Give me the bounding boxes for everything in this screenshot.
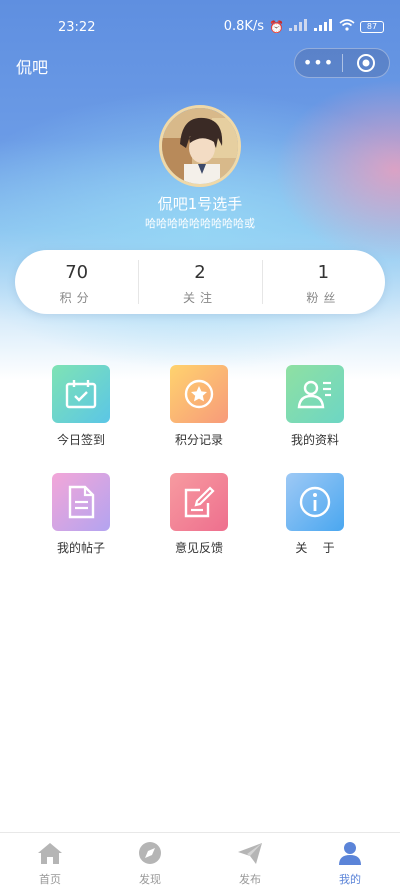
menu-item-label: 积分记录: [174, 433, 223, 447]
nav-label: 发现: [139, 873, 161, 886]
nav-label: 我的: [339, 873, 361, 886]
signature: 哈哈哈哈哈哈哈哈哈或: [145, 217, 255, 230]
home-icon: [38, 843, 62, 864]
stats-card: 70 积分 2 关注 1 粉丝: [15, 250, 385, 314]
status-right: 0.8K/s ⏰ 87: [224, 19, 384, 34]
edit-note-icon: [170, 473, 228, 531]
stat-label: 关注: [182, 291, 217, 305]
menu-item-points-record[interactable]: 积分记录: [149, 365, 249, 448]
stat-points[interactable]: 70 积分: [15, 250, 138, 314]
status-bar: 23:22 0.8K/s ⏰ 87: [0, 0, 400, 48]
nav-item-discover[interactable]: 发现: [100, 833, 200, 889]
battery-icon: 87: [360, 20, 384, 33]
title-bar: 侃吧 •••: [0, 48, 400, 80]
menu-item-about[interactable]: 关 于: [265, 473, 365, 556]
menu-item-my-posts[interactable]: 我的帖子: [31, 473, 131, 556]
stat-value: 1: [317, 262, 330, 283]
menu-item-label: 关 于: [295, 541, 335, 555]
menu-item-my-profile[interactable]: 我的资料: [265, 365, 365, 448]
close-target-button[interactable]: [343, 53, 389, 73]
stat-following[interactable]: 2 关注: [138, 250, 261, 314]
nav-label: 首页: [39, 873, 61, 886]
document-icon: [52, 473, 110, 531]
calendar-check-icon: [52, 365, 110, 423]
alarm-icon: ⏰: [269, 19, 284, 34]
menu-item-label: 意见反馈: [174, 541, 223, 555]
stat-followers[interactable]: 1 粉丝: [261, 250, 385, 314]
nav-item-mine[interactable]: 我的: [300, 833, 400, 889]
user-icon: [339, 842, 361, 865]
signal-icon: [289, 19, 309, 34]
star-badge-icon: [170, 365, 228, 423]
menu-item-checkin[interactable]: 今日签到: [31, 365, 131, 448]
nickname: 侃吧1号选手: [157, 195, 243, 213]
status-time: 23:22: [58, 20, 96, 35]
more-menu-button[interactable]: •••: [295, 49, 342, 77]
page-title: 侃吧: [16, 58, 49, 77]
menu-item-label: 我的帖子: [56, 541, 105, 555]
nav-label: 发布: [239, 873, 261, 886]
user-profile-icon: [286, 365, 344, 423]
signal-icon-2: [314, 19, 334, 34]
stat-label: 积分: [59, 291, 94, 305]
stat-value: 70: [65, 262, 89, 283]
menu-item-label: 今日签到: [56, 433, 105, 447]
menu-item-feedback[interactable]: 意见反馈: [149, 473, 249, 556]
target-icon: [356, 54, 375, 72]
wifi-icon: [339, 19, 355, 34]
nav-item-home[interactable]: 首页: [0, 833, 100, 889]
menu-item-label: 我的资料: [290, 433, 339, 447]
paper-plane-icon: [238, 843, 262, 864]
compass-icon: [139, 842, 161, 864]
bottom-nav: 首页 发现 发布 我的: [0, 832, 400, 889]
stat-value: 2: [194, 262, 206, 283]
miniprogram-capsule: •••: [294, 48, 390, 78]
network-speed: 0.8K/s: [223, 19, 265, 34]
info-icon: [286, 473, 344, 531]
avatar[interactable]: [159, 105, 241, 187]
stat-label: 粉丝: [306, 291, 341, 305]
nav-item-publish[interactable]: 发布: [200, 833, 300, 889]
